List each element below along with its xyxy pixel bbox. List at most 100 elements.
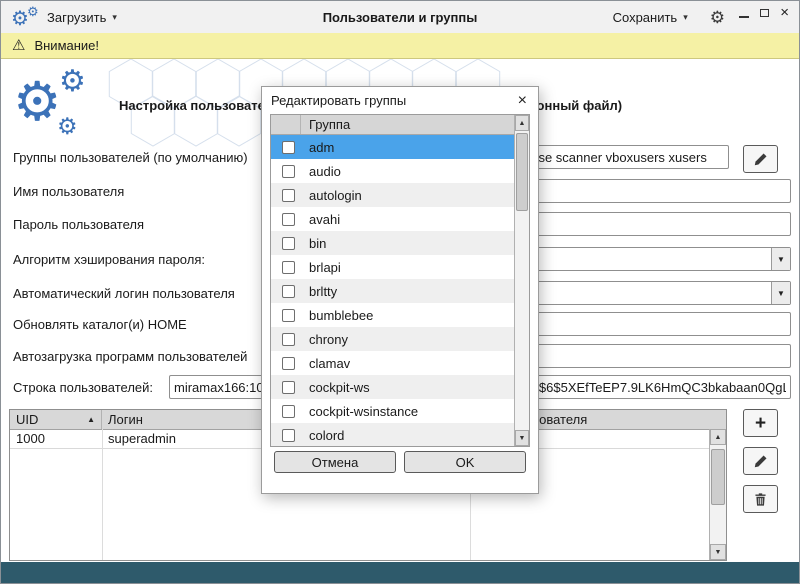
dialog-titlebar: Редактировать группы × — [262, 87, 538, 114]
scrollbar-thumb[interactable] — [516, 133, 528, 211]
autostart-label: Автозагрузка программ пользователей — [13, 345, 247, 369]
group-checkbox[interactable] — [282, 189, 295, 202]
group-row[interactable]: bumblebee — [271, 303, 514, 327]
group-row[interactable]: adm — [271, 135, 514, 159]
edit-user-button[interactable] — [743, 447, 778, 475]
cancel-button[interactable]: Отмена — [274, 451, 396, 473]
app-gears-icon: ⚙ ⚙ — [9, 3, 43, 31]
sort-asc-icon: ▲ — [87, 411, 95, 429]
column-divider — [102, 429, 103, 560]
group-name: adm — [309, 140, 334, 155]
chevron-down-icon: ▾ — [683, 12, 688, 23]
chevron-down-icon: ▾ — [112, 12, 117, 23]
group-name: chrony — [309, 332, 348, 347]
group-checkbox[interactable] — [282, 333, 295, 346]
group-name: brltty — [309, 284, 337, 299]
groups-list: Группа adm audio autologin avahi — [270, 114, 530, 447]
dialog-close-button[interactable]: × — [516, 93, 529, 109]
group-name: autologin — [309, 188, 362, 203]
password-label: Пароль пользователя — [13, 213, 144, 237]
big-gear-icon: ⚙ — [13, 75, 61, 129]
minimize-icon[interactable] — [739, 16, 749, 18]
column-header-uid[interactable]: UID ▲ — [10, 410, 102, 429]
page-title: Пользователи и группы — [201, 10, 599, 25]
scroll-up-icon[interactable]: ▲ — [710, 429, 726, 445]
group-row[interactable]: cockpit-wsinstance — [271, 399, 514, 423]
group-checkbox[interactable] — [282, 405, 295, 418]
group-name: audio — [309, 164, 341, 179]
ok-button[interactable]: OK — [404, 451, 526, 473]
group-checkbox[interactable] — [282, 165, 295, 178]
group-name: bin — [309, 236, 326, 251]
group-checkbox[interactable] — [282, 429, 295, 442]
chevron-down-icon: ▼ — [771, 248, 790, 270]
load-button-label: Загрузить — [47, 10, 106, 25]
group-row[interactable]: brltty — [271, 279, 514, 303]
add-user-button[interactable]: + — [743, 409, 778, 437]
group-row[interactable]: colord — [271, 423, 514, 447]
app-window: ⚙ ⚙ Загрузить ▾ Пользователи и группы Со… — [0, 0, 800, 584]
settings-gear-icon: ⚙ — [710, 9, 725, 26]
warning-icon: ⚠ — [12, 38, 25, 53]
group-checkbox[interactable] — [282, 141, 295, 154]
load-button[interactable]: Загрузить ▾ — [43, 8, 121, 27]
scroll-down-icon[interactable]: ▼ — [710, 544, 726, 560]
checkbox-column-spacer — [271, 115, 301, 134]
settings-button[interactable]: ⚙ — [706, 7, 729, 28]
edit-groups-button[interactable] — [743, 145, 778, 173]
group-name: brlapi — [309, 260, 341, 275]
group-checkbox[interactable] — [282, 285, 295, 298]
close-icon: × — [518, 92, 527, 109]
group-row[interactable]: clamav — [271, 351, 514, 375]
autologin-label: Автоматический логин пользователя — [13, 282, 235, 306]
group-name: cockpit-ws — [309, 380, 370, 395]
window-controls: × — [739, 6, 789, 20]
gear-icon: ⚙ — [27, 5, 39, 18]
warning-text: Внимание! — [34, 38, 99, 53]
group-name: cockpit-wsinstance — [309, 404, 418, 419]
group-checkbox[interactable] — [282, 357, 295, 370]
table-scrollbar[interactable]: ▲ ▼ — [709, 429, 726, 560]
group-checkbox[interactable] — [282, 309, 295, 322]
group-name: avahi — [309, 212, 340, 227]
group-checkbox[interactable] — [282, 381, 295, 394]
delete-user-button[interactable] — [743, 485, 778, 513]
username-label: Имя пользователя — [13, 180, 124, 204]
warning-banner: ⚠ Внимание! — [1, 33, 799, 59]
group-checkbox[interactable] — [282, 213, 295, 226]
group-row[interactable]: audio — [271, 159, 514, 183]
hash-algorithm-label: Алгоритм хэширования пароля: — [13, 248, 205, 272]
update-home-label: Обновлять каталог(и) HOME — [13, 313, 187, 337]
group-row[interactable]: brlapi — [271, 255, 514, 279]
groups-list-header: Группа — [271, 115, 514, 135]
group-row[interactable]: chrony — [271, 327, 514, 351]
groups-rows: adm audio autologin avahi bin — [271, 135, 514, 447]
save-button[interactable]: Сохранить ▾ — [609, 8, 692, 27]
toolbar: ⚙ ⚙ Загрузить ▾ Пользователи и группы Со… — [1, 1, 799, 34]
group-column-header[interactable]: Группа — [309, 117, 350, 132]
edit-groups-dialog: Редактировать группы × Группа adm audio — [261, 86, 539, 494]
scroll-up-icon[interactable]: ▲ — [515, 115, 529, 131]
scrollbar-thumb[interactable] — [711, 449, 725, 505]
default-groups-label: Группы пользователей (по умолчанию) — [13, 146, 248, 170]
scroll-down-icon[interactable]: ▼ — [515, 430, 529, 446]
group-row[interactable]: bin — [271, 231, 514, 255]
small-gear-icon: ⚙ — [57, 115, 78, 138]
group-row[interactable]: avahi — [271, 207, 514, 231]
groups-scrollbar[interactable]: ▲ ▼ — [514, 115, 529, 446]
dialog-title: Редактировать группы — [271, 93, 516, 108]
close-icon[interactable]: × — [780, 7, 789, 19]
group-name: colord — [309, 428, 344, 443]
small-gear-icon: ⚙ — [59, 67, 86, 97]
group-name: bumblebee — [309, 308, 373, 323]
users-string-label: Строка пользователей: — [13, 376, 153, 400]
group-row[interactable]: cockpit-ws — [271, 375, 514, 399]
trash-icon — [753, 492, 768, 507]
cell-uid: 1000 — [10, 430, 102, 448]
pencil-icon — [753, 454, 768, 469]
save-button-label: Сохранить — [613, 10, 678, 25]
group-checkbox[interactable] — [282, 237, 295, 250]
maximize-icon[interactable] — [760, 9, 769, 17]
group-row[interactable]: autologin — [271, 183, 514, 207]
group-checkbox[interactable] — [282, 261, 295, 274]
